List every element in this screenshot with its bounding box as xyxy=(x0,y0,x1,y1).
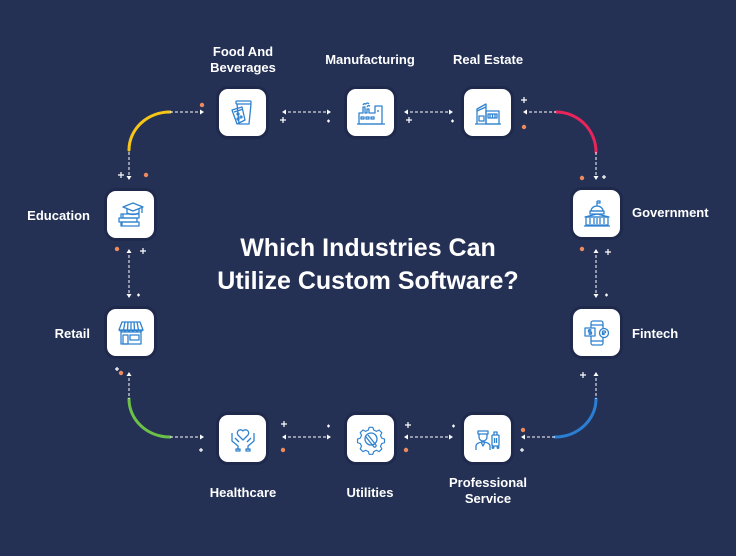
plus-mark xyxy=(605,249,611,255)
gear-wrench-icon xyxy=(356,426,385,455)
arrowhead xyxy=(327,109,331,115)
plus-mark xyxy=(580,372,586,378)
label-fintech: Fintech xyxy=(632,326,678,342)
label-manufacturing: Manufacturing xyxy=(325,52,415,68)
accent-dot xyxy=(520,427,526,433)
accent-dot xyxy=(199,102,205,108)
plus-mark xyxy=(406,117,412,123)
plus-mark xyxy=(327,119,330,123)
arrowhead xyxy=(593,176,599,180)
accent-dot xyxy=(118,370,124,376)
capitol-icon xyxy=(583,199,610,227)
building-icon xyxy=(474,102,501,125)
industry-card-government[interactable] xyxy=(573,190,620,237)
industry-card-professional-service[interactable] xyxy=(464,415,511,462)
arrowhead xyxy=(523,109,527,115)
arc-top-right xyxy=(554,110,598,154)
industry-card-healthcare[interactable] xyxy=(219,415,266,462)
arrowhead xyxy=(593,249,599,253)
industry-card-utilities[interactable] xyxy=(347,415,394,462)
plus-mark xyxy=(405,422,411,428)
accent-dot xyxy=(143,172,149,178)
plus-mark xyxy=(602,175,606,179)
mobile-payment-icon xyxy=(583,319,609,346)
food-beverage-icon xyxy=(230,99,252,125)
plus-mark xyxy=(140,248,146,254)
diagram-title: Which Industries Can Utilize Custom Soft… xyxy=(217,232,518,298)
arrowhead xyxy=(404,109,408,115)
label-line: Real Estate xyxy=(452,52,524,67)
industry-card-education[interactable] xyxy=(107,191,154,238)
industry-card-manufacturing[interactable] xyxy=(347,89,394,136)
label-education: Education xyxy=(27,208,90,224)
label-government: Government xyxy=(632,205,709,221)
accent-dot xyxy=(579,246,585,252)
industry-card-retail[interactable] xyxy=(107,309,154,356)
title-line-1: Which Industries Can xyxy=(240,234,496,262)
label-utilities: Utilities xyxy=(347,485,394,501)
arc-top-left xyxy=(127,110,172,152)
accent-dot xyxy=(521,124,527,130)
arrowhead xyxy=(449,109,453,115)
arrowhead xyxy=(282,109,286,115)
label-line: Food And xyxy=(212,44,274,59)
plus-mark xyxy=(137,293,140,297)
arrowhead xyxy=(200,109,204,115)
plus-mark xyxy=(115,367,119,371)
label-professional-service: Professional Service xyxy=(449,475,527,507)
accent-dot xyxy=(403,447,409,453)
plus-mark xyxy=(452,424,455,428)
plus-mark xyxy=(118,172,124,178)
arrowhead xyxy=(126,249,132,253)
accent-dot xyxy=(280,447,286,453)
plus-mark xyxy=(199,448,203,452)
industries-diagram: Which Industries Can Utilize Custom Soft… xyxy=(0,0,736,556)
label-line: Professional xyxy=(448,475,528,490)
arrowhead xyxy=(593,294,599,298)
label-retail: Retail xyxy=(55,326,90,342)
label-line: Fintech xyxy=(632,326,679,341)
arrowhead xyxy=(126,176,132,180)
plus-mark xyxy=(605,293,608,297)
arrowhead xyxy=(126,294,132,298)
graduation-books-icon xyxy=(117,201,144,227)
label-line: Education xyxy=(27,208,90,223)
arc-bottom-right xyxy=(553,397,598,439)
bellhop-luggage-icon xyxy=(474,429,500,450)
plus-mark xyxy=(280,117,286,123)
arrowhead xyxy=(126,372,132,376)
arrowhead xyxy=(449,434,453,440)
label-healthcare: Healthcare xyxy=(210,485,276,501)
industry-card-fintech[interactable] xyxy=(573,309,620,356)
arc-bottom-left xyxy=(127,397,172,439)
plus-mark xyxy=(520,448,524,452)
arrowhead xyxy=(593,372,599,376)
title-line-2: Utilize Custom Software? xyxy=(217,267,519,295)
heart-hands-icon xyxy=(230,428,255,452)
plus-mark xyxy=(451,119,454,123)
label-line: Utilities xyxy=(346,485,394,500)
arrowhead xyxy=(404,434,408,440)
label-line: Healthcare xyxy=(209,485,277,500)
storefront-icon xyxy=(117,320,144,345)
label-real-estate: Real Estate xyxy=(453,52,523,68)
arrowhead xyxy=(282,434,286,440)
industry-card-food-beverages[interactable] xyxy=(219,89,266,136)
plus-mark xyxy=(281,421,287,427)
label-line: Manufacturing xyxy=(325,52,415,67)
arrowhead xyxy=(200,434,204,440)
label-line: Government xyxy=(632,205,709,220)
accent-dot xyxy=(579,175,585,181)
label-line: Beverages xyxy=(210,60,276,75)
accent-dot xyxy=(114,246,120,252)
label-line: Service xyxy=(464,491,512,506)
plus-mark xyxy=(327,424,330,428)
arrowhead xyxy=(521,434,525,440)
label-line: Retail xyxy=(54,326,90,341)
plus-mark xyxy=(521,97,527,103)
arrowhead xyxy=(327,434,331,440)
label-food-beverages: Food And Beverages xyxy=(210,44,276,76)
industry-card-real-estate[interactable] xyxy=(464,89,511,136)
factory-icon xyxy=(356,101,385,125)
